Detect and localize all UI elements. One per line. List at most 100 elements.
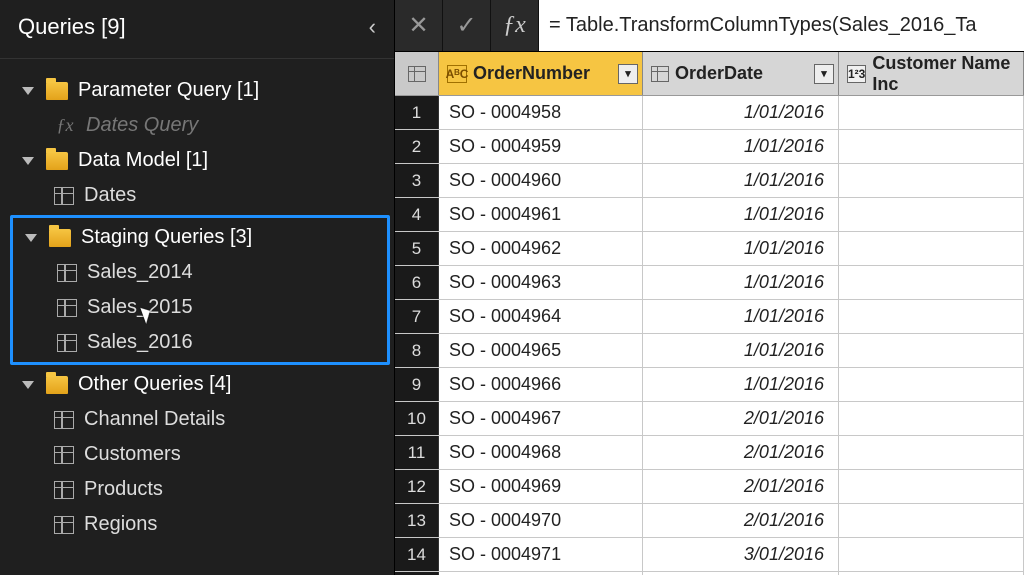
query-item[interactable]: Sales_2015 bbox=[13, 290, 387, 325]
table-row[interactable]: 5SO - 00049621/01/2016 bbox=[395, 232, 1024, 266]
column-customer[interactable]: 1²3 Customer Name Inc bbox=[839, 52, 1024, 95]
collapse-pane-icon[interactable]: ‹ bbox=[369, 14, 376, 40]
row-number[interactable]: 2 bbox=[395, 130, 439, 163]
row-number[interactable]: 11 bbox=[395, 436, 439, 469]
row-number[interactable]: 8 bbox=[395, 334, 439, 367]
cell-ordernumber[interactable]: SO - 0004962 bbox=[439, 232, 643, 265]
filter-icon[interactable]: ▾ bbox=[814, 64, 834, 84]
cell-ordernumber[interactable]: SO - 0004968 bbox=[439, 436, 643, 469]
cell-orderdate[interactable]: 1/01/2016 bbox=[643, 164, 839, 197]
row-number[interactable]: 4 bbox=[395, 198, 439, 231]
cell-customer[interactable] bbox=[839, 232, 1024, 265]
query-item[interactable]: ƒxDates Query bbox=[0, 108, 394, 143]
cell-ordernumber[interactable]: SO - 0004958 bbox=[439, 96, 643, 129]
table-row[interactable]: 7SO - 00049641/01/2016 bbox=[395, 300, 1024, 334]
table-row[interactable]: 3SO - 00049601/01/2016 bbox=[395, 164, 1024, 198]
cell-customer[interactable] bbox=[839, 402, 1024, 435]
row-number[interactable]: 13 bbox=[395, 504, 439, 537]
folder-icon bbox=[46, 376, 68, 394]
cell-ordernumber[interactable]: SO - 0004963 bbox=[439, 266, 643, 299]
query-item[interactable]: Customers bbox=[0, 437, 394, 472]
cell-ordernumber[interactable]: SO - 0004964 bbox=[439, 300, 643, 333]
table-row[interactable]: 14SO - 00049713/01/2016 bbox=[395, 538, 1024, 572]
cell-customer[interactable] bbox=[839, 538, 1024, 571]
column-ordernumber[interactable]: AᴮC OrderNumber ▾ bbox=[439, 52, 643, 95]
cell-orderdate[interactable]: 2/01/2016 bbox=[643, 402, 839, 435]
cell-customer[interactable] bbox=[839, 198, 1024, 231]
table-row[interactable]: 11SO - 00049682/01/2016 bbox=[395, 436, 1024, 470]
row-number[interactable]: 10 bbox=[395, 402, 439, 435]
fx-icon[interactable]: ƒx bbox=[491, 0, 539, 51]
row-number[interactable]: 1 bbox=[395, 96, 439, 129]
cell-customer[interactable] bbox=[839, 130, 1024, 163]
row-number[interactable]: 7 bbox=[395, 300, 439, 333]
query-item[interactable]: Products bbox=[0, 472, 394, 507]
table-icon bbox=[408, 66, 426, 82]
row-number[interactable]: 12 bbox=[395, 470, 439, 503]
column-orderdate[interactable]: OrderDate ▾ bbox=[643, 52, 839, 95]
cell-orderdate[interactable]: 3/01/2016 bbox=[643, 538, 839, 571]
filter-icon[interactable]: ▾ bbox=[618, 64, 638, 84]
row-number[interactable]: 6 bbox=[395, 266, 439, 299]
text-type-icon: AᴮC bbox=[447, 65, 467, 83]
cell-ordernumber[interactable]: SO - 0004959 bbox=[439, 130, 643, 163]
cell-customer[interactable] bbox=[839, 300, 1024, 333]
cell-ordernumber[interactable]: SO - 0004961 bbox=[439, 198, 643, 231]
folder-item[interactable]: Data Model [1] bbox=[0, 143, 394, 178]
row-number[interactable]: 3 bbox=[395, 164, 439, 197]
cell-orderdate[interactable]: 1/01/2016 bbox=[643, 368, 839, 401]
cell-ordernumber[interactable]: SO - 0004966 bbox=[439, 368, 643, 401]
cell-ordernumber[interactable]: SO - 0004965 bbox=[439, 334, 643, 367]
cell-ordernumber[interactable]: SO - 0004971 bbox=[439, 538, 643, 571]
folder-item[interactable]: Other Queries [4] bbox=[0, 367, 394, 402]
table-row[interactable]: 6SO - 00049631/01/2016 bbox=[395, 266, 1024, 300]
select-all-cell[interactable] bbox=[395, 52, 439, 95]
row-number[interactable]: 5 bbox=[395, 232, 439, 265]
table-row[interactable]: 9SO - 00049661/01/2016 bbox=[395, 368, 1024, 402]
cell-orderdate[interactable]: 1/01/2016 bbox=[643, 232, 839, 265]
cell-ordernumber[interactable]: SO - 0004967 bbox=[439, 402, 643, 435]
grid-body[interactable]: 1SO - 00049581/01/20162SO - 00049591/01/… bbox=[395, 96, 1024, 575]
query-label: Sales_2015 bbox=[87, 296, 193, 319]
cell-customer[interactable] bbox=[839, 504, 1024, 537]
cell-orderdate[interactable]: 1/01/2016 bbox=[643, 130, 839, 163]
table-row[interactable]: 8SO - 00049651/01/2016 bbox=[395, 334, 1024, 368]
row-number[interactable]: 9 bbox=[395, 368, 439, 401]
cell-customer[interactable] bbox=[839, 96, 1024, 129]
cell-customer[interactable] bbox=[839, 266, 1024, 299]
folder-item[interactable]: Parameter Query [1] bbox=[0, 73, 394, 108]
cell-customer[interactable] bbox=[839, 334, 1024, 367]
query-item[interactable]: Dates bbox=[0, 178, 394, 213]
cell-customer[interactable] bbox=[839, 470, 1024, 503]
cell-ordernumber[interactable]: SO - 0004960 bbox=[439, 164, 643, 197]
table-row[interactable]: 12SO - 00049692/01/2016 bbox=[395, 470, 1024, 504]
table-row[interactable]: 2SO - 00049591/01/2016 bbox=[395, 130, 1024, 164]
query-item[interactable]: Channel Details bbox=[0, 402, 394, 437]
query-item[interactable]: Regions bbox=[0, 507, 394, 542]
cell-ordernumber[interactable]: SO - 0004969 bbox=[439, 470, 643, 503]
cell-orderdate[interactable]: 2/01/2016 bbox=[643, 436, 839, 469]
cell-customer[interactable] bbox=[839, 164, 1024, 197]
cell-customer[interactable] bbox=[839, 368, 1024, 401]
table-row[interactable]: 13SO - 00049702/01/2016 bbox=[395, 504, 1024, 538]
cell-orderdate[interactable]: 2/01/2016 bbox=[643, 504, 839, 537]
table-row[interactable]: 4SO - 00049611/01/2016 bbox=[395, 198, 1024, 232]
cell-orderdate[interactable]: 1/01/2016 bbox=[643, 300, 839, 333]
cell-orderdate[interactable]: 2/01/2016 bbox=[643, 470, 839, 503]
cell-ordernumber[interactable]: SO - 0004970 bbox=[439, 504, 643, 537]
table-row[interactable]: 1SO - 00049581/01/2016 bbox=[395, 96, 1024, 130]
table-row[interactable]: 10SO - 00049672/01/2016 bbox=[395, 402, 1024, 436]
cell-customer[interactable] bbox=[839, 436, 1024, 469]
cancel-formula-button[interactable]: ✕ bbox=[395, 0, 443, 51]
cell-orderdate[interactable]: 1/01/2016 bbox=[643, 198, 839, 231]
cell-orderdate[interactable]: 1/01/2016 bbox=[643, 334, 839, 367]
formula-input[interactable]: = Table.TransformColumnTypes(Sales_2016_… bbox=[539, 0, 1024, 51]
editor-main: ✕ ✓ ƒx = Table.TransformColumnTypes(Sale… bbox=[395, 0, 1024, 575]
folder-item[interactable]: Staging Queries [3] bbox=[13, 220, 387, 255]
cell-orderdate[interactable]: 1/01/2016 bbox=[643, 96, 839, 129]
cell-orderdate[interactable]: 1/01/2016 bbox=[643, 266, 839, 299]
row-number[interactable]: 14 bbox=[395, 538, 439, 571]
commit-formula-button[interactable]: ✓ bbox=[443, 0, 491, 51]
query-item[interactable]: Sales_2016 bbox=[13, 325, 387, 360]
query-item[interactable]: Sales_2014 bbox=[13, 255, 387, 290]
